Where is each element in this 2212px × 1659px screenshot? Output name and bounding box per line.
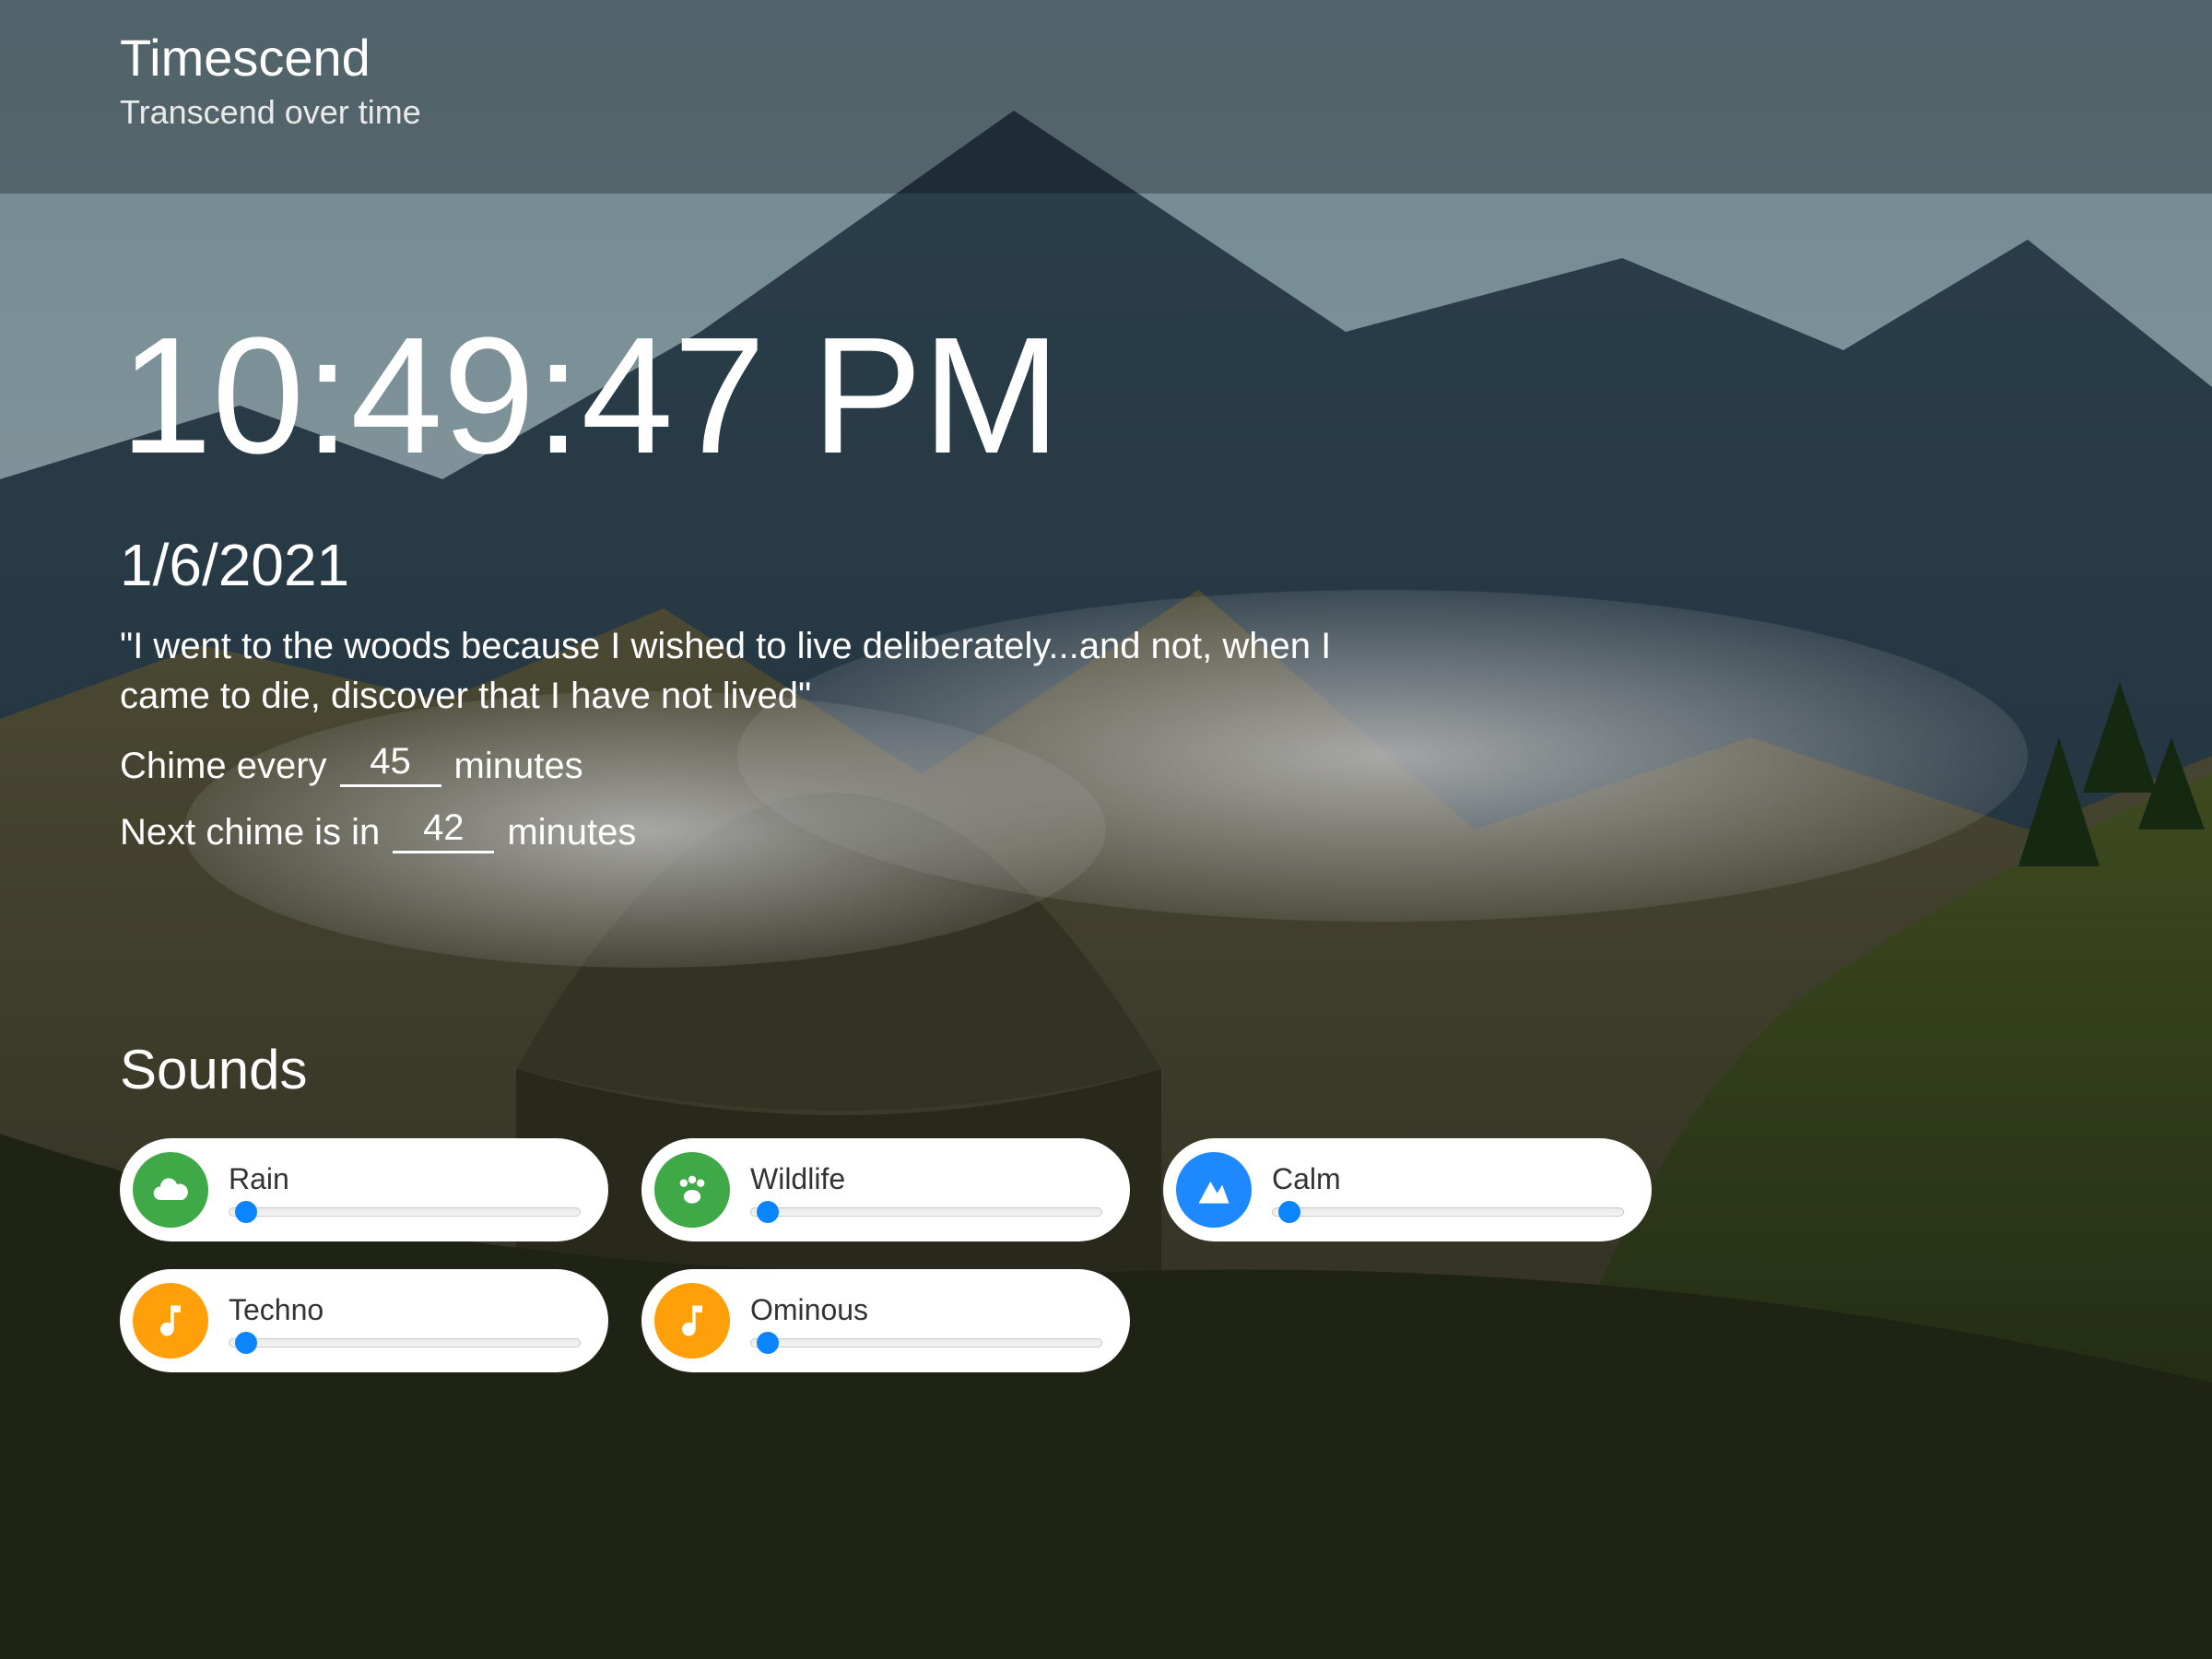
sound-name: Rain (229, 1162, 581, 1196)
chime-every-input[interactable]: 45 (340, 741, 441, 787)
app-title: Timescend (120, 28, 2212, 88)
chime-every-suffix: minutes (454, 746, 583, 787)
sound-grid: Rain Wildlife Calm Techno Ominous (120, 1138, 2092, 1372)
music-icon[interactable] (654, 1283, 730, 1359)
volume-slider[interactable] (750, 1206, 1102, 1218)
chime-every-line: Chime every 45 minutes (120, 741, 2092, 787)
next-chime-prefix: Next chime is in (120, 812, 380, 853)
clock-time: 10:49:47 PM (120, 313, 2092, 479)
sound-card[interactable]: Calm (1163, 1138, 1652, 1241)
cloud-icon[interactable] (133, 1152, 208, 1228)
sound-card[interactable]: Ominous (641, 1269, 1130, 1372)
header-bar: Timescend Transcend over time (0, 0, 2212, 194)
volume-slider[interactable] (750, 1336, 1102, 1349)
main-content: 10:49:47 PM 1/6/2021 "I went to the wood… (120, 313, 2092, 1372)
next-chime-suffix: minutes (507, 812, 636, 853)
sound-name: Ominous (750, 1293, 1102, 1327)
clock-date: 1/6/2021 (120, 531, 2092, 599)
next-chime-line: Next chime is in 42 minutes (120, 807, 2092, 853)
quote-text: "I went to the woods because I wished to… (120, 621, 1364, 721)
mountain-icon[interactable] (1176, 1152, 1252, 1228)
sound-name: Wildlife (750, 1162, 1102, 1196)
volume-slider[interactable] (1272, 1206, 1624, 1218)
sound-name: Techno (229, 1293, 581, 1327)
volume-slider[interactable] (229, 1206, 581, 1218)
app-subtitle: Transcend over time (120, 93, 2212, 132)
volume-slider[interactable] (229, 1336, 581, 1349)
sound-card[interactable]: Wildlife (641, 1138, 1130, 1241)
sound-name: Calm (1272, 1162, 1624, 1196)
paw-icon[interactable] (654, 1152, 730, 1228)
next-chime-value: 42 (393, 807, 494, 853)
sound-card[interactable]: Techno (120, 1269, 608, 1372)
chime-every-prefix: Chime every (120, 746, 327, 787)
music-icon[interactable] (133, 1283, 208, 1359)
sounds-heading: Sounds (120, 1038, 2092, 1101)
sound-card[interactable]: Rain (120, 1138, 608, 1241)
